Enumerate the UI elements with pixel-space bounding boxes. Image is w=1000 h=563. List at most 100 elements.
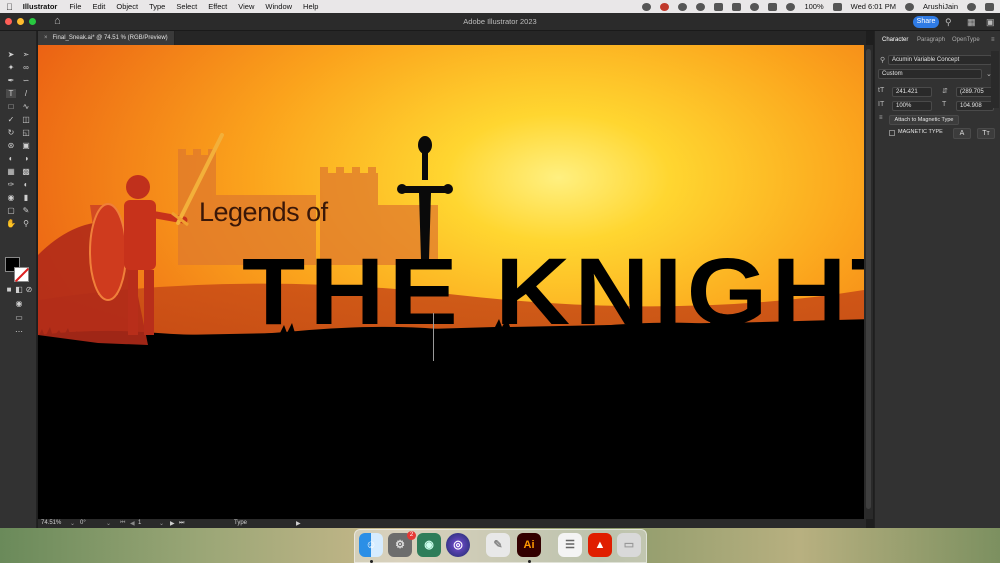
live-paint-tool-icon[interactable]: ◑ <box>21 154 31 163</box>
perspective-grid-tool-icon[interactable]: ▦ <box>6 167 16 176</box>
creative-cloud-icon[interactable] <box>642 2 652 11</box>
search-icon[interactable]: ⚲ <box>945 17 955 27</box>
column-graph-tool-icon[interactable]: ▮ <box>21 193 31 202</box>
menu-type[interactable]: Type <box>149 2 165 11</box>
bluetooth-icon[interactable] <box>732 2 742 11</box>
width-tool-icon[interactable]: ⊛ <box>6 141 16 150</box>
tab-paragraph[interactable]: Paragraph <box>917 37 945 43</box>
menu-app-name[interactable]: Illustrator <box>23 2 58 11</box>
artboard-number[interactable]: 1 <box>138 520 141 526</box>
shaper-tool-icon[interactable]: ✓ <box>6 115 16 124</box>
wifi-icon[interactable] <box>786 2 796 11</box>
panel-menu-icon[interactable]: ≡ <box>991 37 995 43</box>
artboard-canvas[interactable]: Legends of THE KNIGHT <box>38 45 864 519</box>
minimize-window-button[interactable] <box>17 18 24 25</box>
type-options-icon[interactable]: Tт <box>977 128 995 139</box>
menu-help[interactable]: Help <box>303 2 318 11</box>
artboard-dropdown-icon[interactable]: ⌄ <box>159 520 164 527</box>
rotation-dropdown-icon[interactable]: ⌄ <box>106 520 111 527</box>
artboard-tool-icon[interactable]: ▢ <box>6 206 16 215</box>
siri-dock-icon[interactable]: ◎ <box>446 533 470 557</box>
document-dock-icon[interactable]: ☰ <box>558 533 582 557</box>
mesh-tool-icon[interactable]: ▩ <box>21 167 31 176</box>
attach-magnetic-type-button[interactable]: Attach to Magnetic Type <box>889 115 959 125</box>
app-store-dock-icon[interactable]: ◉ <box>417 533 441 557</box>
font-family-field[interactable]: Acumin Variable Concept <box>888 55 992 65</box>
horizontal-scale-field[interactable]: 104.908 <box>956 101 994 111</box>
menu-edit[interactable]: Edit <box>92 2 105 11</box>
shape-builder-tool-icon[interactable]: ◐ <box>6 154 16 163</box>
status-menu-icon[interactable]: ▶ <box>296 520 301 527</box>
menu-object[interactable]: Object <box>116 2 138 11</box>
curvature-tool-icon[interactable]: ∽ <box>21 76 31 85</box>
direct-selection-tool-icon[interactable]: ➣ <box>21 50 31 59</box>
pages-dock-icon[interactable]: ✎ <box>486 533 510 557</box>
color-mode-icon[interactable]: ■ <box>4 285 14 294</box>
last-artboard-icon[interactable]: ⏭ <box>179 520 184 527</box>
menu-file[interactable]: File <box>69 2 81 11</box>
stroke-swatch[interactable] <box>14 267 29 282</box>
eraser-tool-icon[interactable]: ◫ <box>21 115 31 124</box>
spotlight-icon[interactable] <box>904 2 914 11</box>
none-mode-icon[interactable]: ⊘ <box>24 285 34 294</box>
menu-window[interactable]: Window <box>265 2 292 11</box>
record-icon[interactable] <box>660 2 670 11</box>
play-icon[interactable] <box>750 2 760 11</box>
scrollbar-thumb[interactable] <box>866 49 871 509</box>
touch-type-icon[interactable]: A <box>953 128 971 139</box>
font-style-field[interactable]: Custom <box>878 69 982 79</box>
free-transform-tool-icon[interactable]: ▣ <box>21 141 31 150</box>
acrobat-dock-icon[interactable]: ▲ <box>588 533 612 557</box>
artwork-title-text[interactable]: THE KNIGHT <box>242 245 864 340</box>
tab-character[interactable]: Character <box>882 37 908 43</box>
zoom-level[interactable]: 74.51% <box>41 520 61 526</box>
input-source-icon[interactable] <box>768 2 778 11</box>
finder-dock-icon[interactable]: ☺ <box>359 533 383 557</box>
gradient-mode-icon[interactable]: ◧ <box>14 285 24 294</box>
zoom-window-button[interactable] <box>29 18 36 25</box>
menu-view[interactable]: View <box>238 2 254 11</box>
hand-tool-icon[interactable]: ✋ <box>6 219 16 228</box>
sync-icon[interactable] <box>678 2 688 11</box>
close-tab-icon[interactable]: × <box>44 35 48 41</box>
font-size-field[interactable]: 241.421 <box>892 87 932 97</box>
home-icon[interactable]: ⌂ <box>54 16 65 27</box>
magic-wand-tool-icon[interactable]: ✦ <box>6 63 16 72</box>
magnetic-type-checkbox[interactable] <box>889 130 895 136</box>
eyedropper-tool-icon[interactable]: ✑ <box>6 180 16 189</box>
apple-icon[interactable]:  <box>6 2 13 12</box>
font-search-icon[interactable]: ⚲ <box>880 56 885 64</box>
clock[interactable]: Wed 6:01 PM <box>851 2 896 11</box>
time-machine-icon[interactable] <box>696 2 706 11</box>
zoom-tool-icon[interactable]: ⚲ <box>21 219 31 228</box>
next-artboard-icon[interactable]: ▶ <box>170 520 175 527</box>
share-button[interactable]: Share <box>913 16 939 28</box>
artwork-subtitle-text[interactable]: Legends of <box>199 197 328 228</box>
zoom-dropdown-icon[interactable]: ⌄ <box>70 520 75 527</box>
leading-field[interactable]: (289.705 <box>956 87 994 97</box>
lasso-tool-icon[interactable]: ∞ <box>21 63 31 72</box>
battery-icon[interactable] <box>832 2 842 11</box>
symbol-sprayer-tool-icon[interactable]: ◉ <box>6 193 16 202</box>
user-name[interactable]: ArushiJain <box>923 2 958 11</box>
rotate-tool-icon[interactable]: ↻ <box>6 128 16 137</box>
first-artboard-icon[interactable]: ⏮ <box>120 520 125 527</box>
control-center-icon[interactable] <box>985 2 994 11</box>
arrange-documents-icon[interactable]: ▦ <box>967 17 977 27</box>
scale-tool-icon[interactable]: ◱ <box>21 128 31 137</box>
slice-tool-icon[interactable]: ✎ <box>21 206 31 215</box>
type-tool-icon[interactable]: T <box>6 89 16 98</box>
screen-mode-icon[interactable]: ▭ <box>14 313 24 322</box>
canvas-vertical-scrollbar[interactable] <box>864 45 873 519</box>
panel-scrollbar[interactable] <box>991 51 999 108</box>
menu-effect[interactable]: Effect <box>208 2 227 11</box>
trash-dock-icon[interactable]: ▭ <box>617 533 641 557</box>
siri-icon[interactable] <box>967 2 976 11</box>
vertical-scale-field[interactable]: 100% <box>892 101 932 111</box>
paintbrush-tool-icon[interactable]: ∿ <box>21 102 31 111</box>
line-tool-icon[interactable]: / <box>21 89 31 98</box>
pen-tool-icon[interactable]: ✒ <box>6 76 16 85</box>
menu-select[interactable]: Select <box>176 2 197 11</box>
illustrator-dock-icon[interactable]: Ai <box>517 533 541 557</box>
draw-mode-icon[interactable]: ◉ <box>14 299 24 308</box>
